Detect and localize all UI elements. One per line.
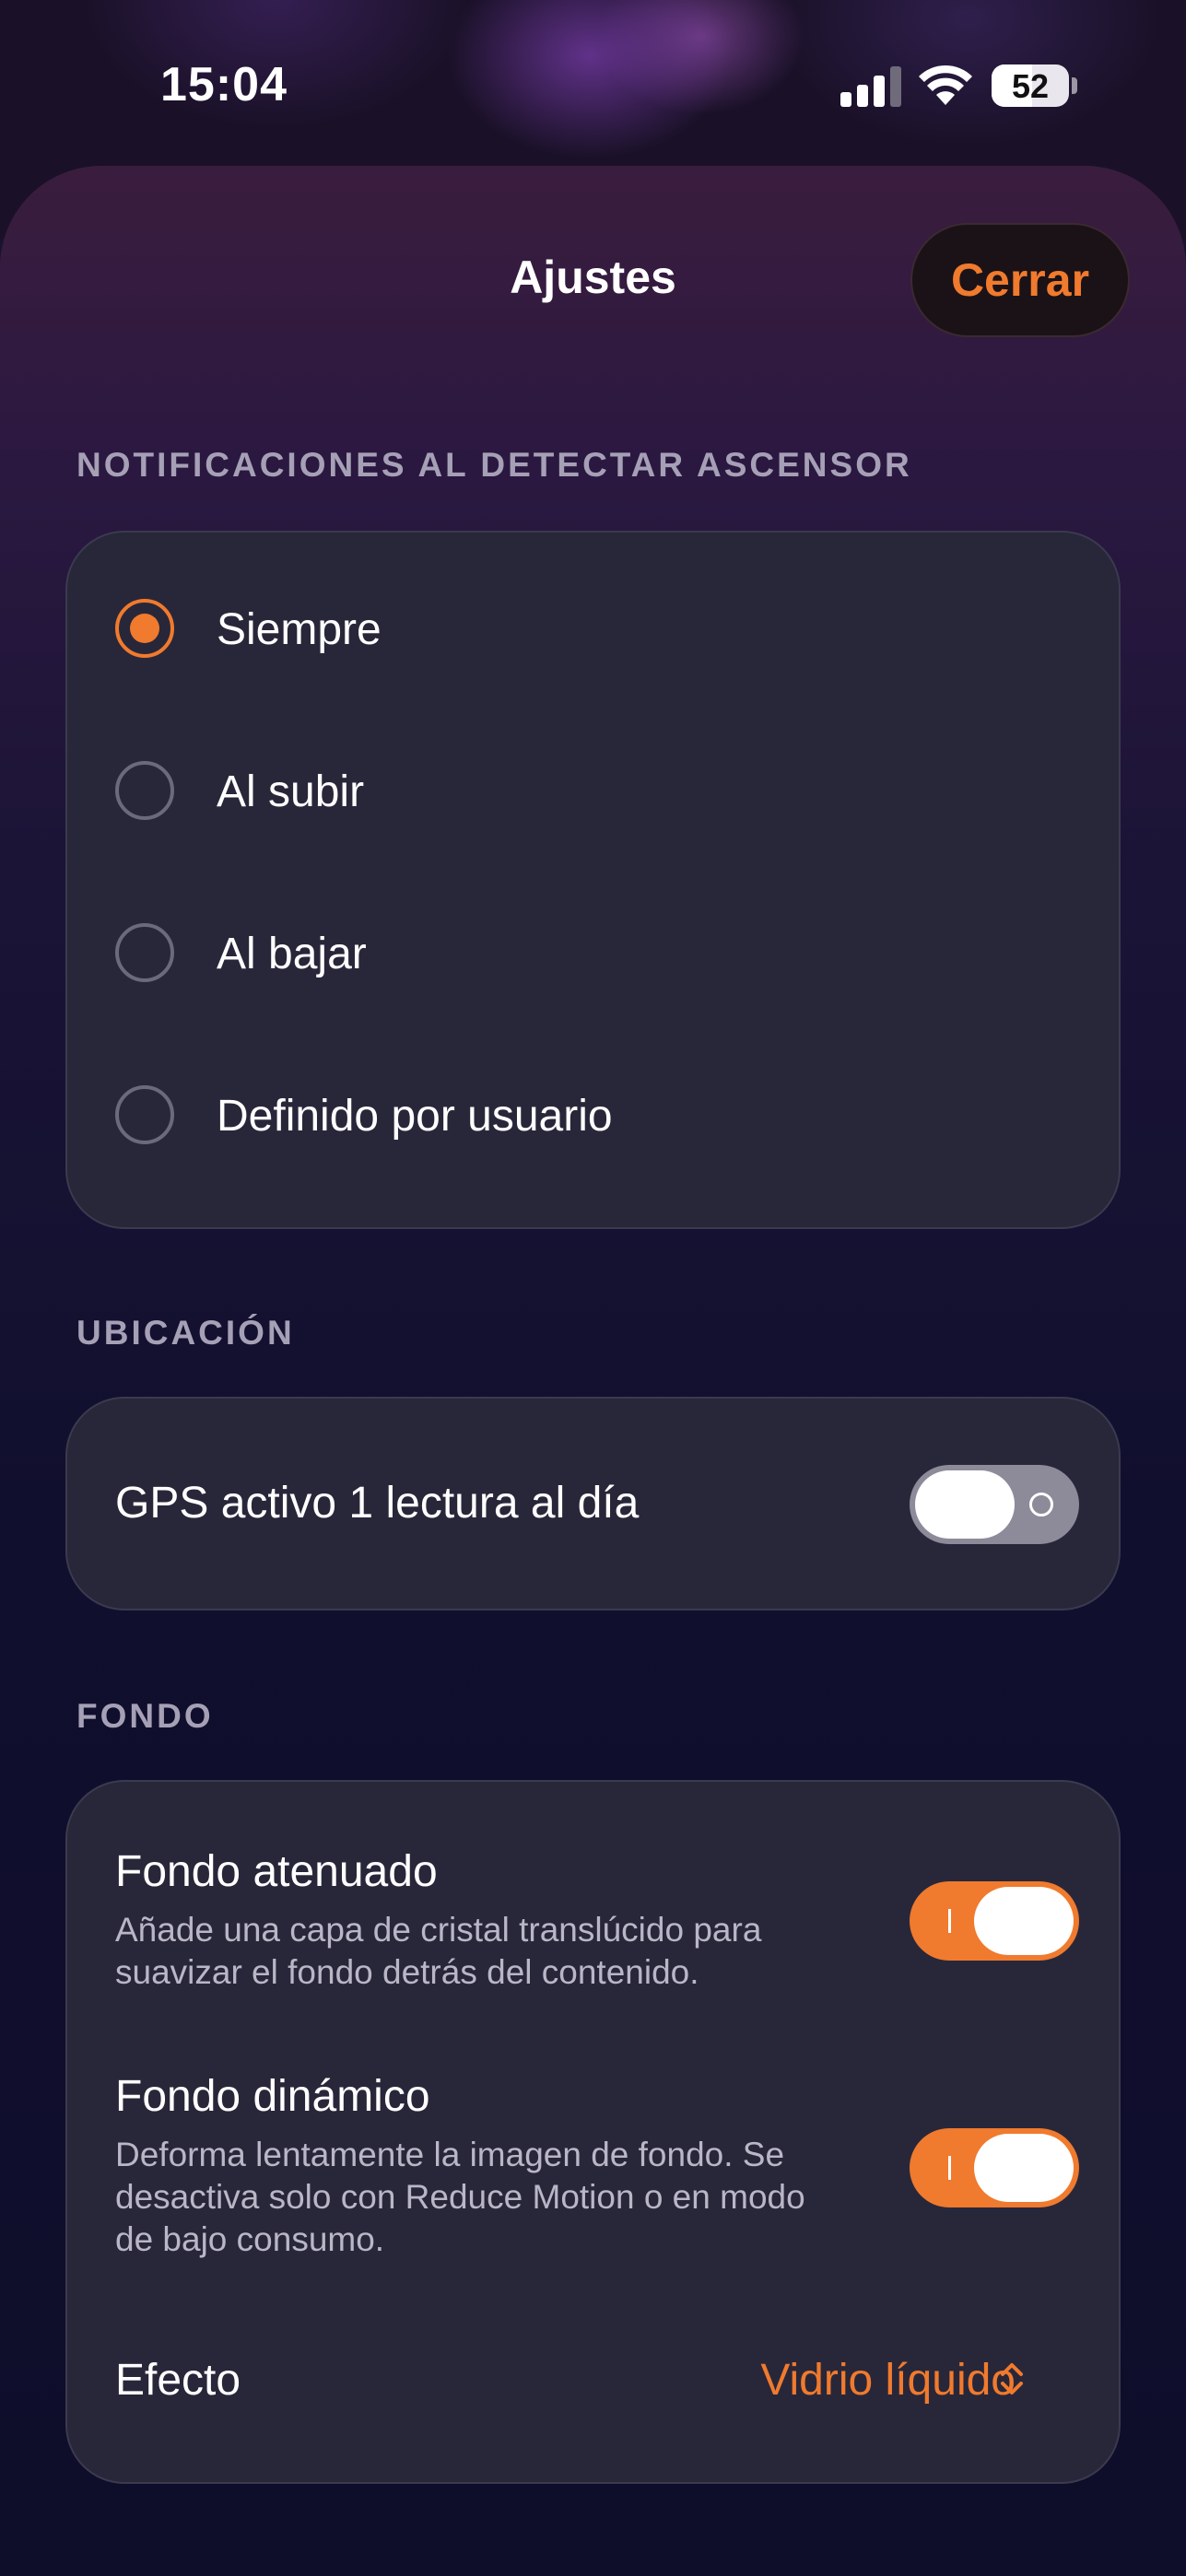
radio-label: Definido por usuario [217,1092,613,1141]
dynamic-background-description-line-2: desactiva solo con Reduce Motion o en mo… [115,2178,805,2216]
status-time: 15:04 [160,58,288,111]
radio-label: Siempre [217,605,382,654]
radio-label: Al bajar [217,930,367,978]
effect-label: Efecto [115,2356,241,2405]
section-header-notifications: NOTIFICACIONES AL DETECTAR ASCENSOR [76,446,912,484]
close-button[interactable]: Cerrar [910,223,1130,337]
dimmed-background-title: Fondo atenuado [115,1847,438,1896]
dimmed-background-description-line-1: Añade una capa de cristal translúcido pa… [115,1911,762,1949]
toggle-knob [974,1887,1074,1955]
effect-picker-value[interactable]: Vidrio líquido [760,2355,1016,2406]
dynamic-background-description-line-1: Deforma lentamente la imagen de fondo. S… [115,2136,785,2173]
settings-screen: 15:04 52 Ajustes Cerrar NOTIFICACIONES A… [0,0,1186,2576]
radio-option-al-bajar[interactable]: Al bajar [67,872,1119,1034]
gps-label: GPS activo 1 lectura al día [115,1479,640,1528]
section-header-location: UBICACIÓN [76,1314,295,1352]
radio-label: Al subir [217,767,365,816]
notifications-card: Siempre Al subir Al bajar Definido por u… [65,531,1121,1229]
radio-unselected-icon[interactable] [115,1085,174,1144]
radio-unselected-icon[interactable] [115,923,174,982]
radio-selected-icon[interactable] [115,599,174,658]
section-header-background: FONDO [76,1697,214,1735]
toggle-on-indicator-icon [948,2156,951,2180]
gps-toggle[interactable] [910,1465,1079,1544]
radio-option-siempre[interactable]: Siempre [67,547,1119,709]
dynamic-background-description-line-3: de bajo consumo. [115,2220,385,2258]
dimmed-background-toggle[interactable] [910,1881,1079,1961]
battery-level-text: 52 [1011,67,1050,105]
toggle-off-indicator-icon [1029,1493,1053,1516]
radio-unselected-icon[interactable] [115,761,174,820]
dimmed-background-description-line-2: suavizar el fondo detrás del contenido. [115,1953,699,1991]
toggle-on-indicator-icon [948,1909,951,1933]
radio-option-al-subir[interactable]: Al subir [67,709,1119,872]
battery-tip [1072,77,1077,94]
background-card: Fondo atenuado Añade una capa de cristal… [65,1780,1121,2484]
toggle-knob [915,1470,1015,1539]
chevron-up-down-icon[interactable] [998,2359,1026,2399]
cellular-signal-icon [840,66,901,107]
radio-option-definido-por-usuario[interactable]: Definido por usuario [67,1034,1119,1196]
location-card: GPS activo 1 lectura al día [65,1397,1121,1610]
battery-icon: 52 [992,64,1069,107]
wifi-icon [919,64,972,105]
toggle-knob [974,2134,1074,2202]
dynamic-background-title: Fondo dinámico [115,2072,430,2121]
dynamic-background-toggle[interactable] [910,2128,1079,2207]
